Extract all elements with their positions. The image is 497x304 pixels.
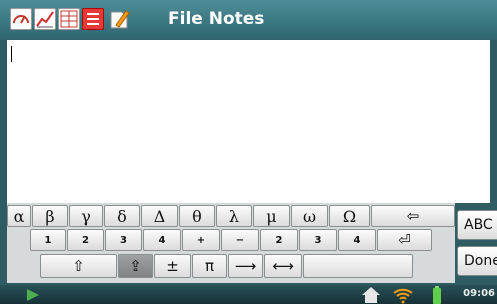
key-beta[interactable]: β [32,205,68,227]
list-icon[interactable] [82,8,104,30]
key-lambda[interactable]: λ [216,205,252,227]
app-title: File Notes [168,9,265,29]
key-plus-minus[interactable]: ± [154,254,191,278]
notes-icon[interactable] [108,8,130,30]
key-capital-omega[interactable]: Ω [329,205,370,227]
status-bar: 09:06 [0,285,497,304]
key-3-secondary[interactable]: 3 [299,229,337,251]
gauge-icon[interactable] [10,8,32,30]
backspace-key[interactable]: ⇦ [371,205,455,227]
key-gamma[interactable]: γ [69,205,103,227]
battery-icon [433,286,441,304]
play-icon[interactable] [24,287,44,303]
key-omega[interactable]: ω [291,205,328,227]
key-delta[interactable]: δ [104,205,140,227]
clock-time: 09:06 [463,288,495,299]
wifi-icon [393,288,413,304]
key-capital-delta[interactable]: Δ [141,205,178,227]
key-mu[interactable]: μ [253,205,290,227]
notes-editor[interactable] [7,40,490,203]
shift-key[interactable]: ⇧ [40,254,117,278]
key-theta[interactable]: θ [179,205,215,227]
key-double-arrow[interactable]: ⟷ [264,254,302,278]
key-plus[interactable]: + [182,229,220,251]
key-4-secondary[interactable]: 4 [338,229,376,251]
abc-button[interactable]: ABC [457,210,497,240]
space-key[interactable] [303,254,413,278]
key-4[interactable]: 4 [143,229,181,251]
key-right-arrow[interactable]: ⟶ [228,254,263,278]
done-button[interactable]: Done [457,246,497,276]
key-2-secondary[interactable]: 2 [260,229,298,251]
home-icon[interactable] [361,286,381,304]
text-caret [11,46,12,62]
key-pi[interactable]: π [192,254,227,278]
title-bar: File Notes [0,0,497,40]
table-icon[interactable] [58,8,80,30]
key-minus[interactable]: − [221,229,259,251]
key-1[interactable]: 1 [30,229,66,251]
caps-lock-key[interactable]: ⇪ [118,254,153,278]
math-keyboard: α β γ δ Δ θ λ μ ω Ω ⇦ 1 2 3 4 + − 2 3 4 … [7,203,455,283]
key-3[interactable]: 3 [105,229,142,251]
enter-key[interactable]: ⏎ [377,229,432,251]
key-alpha[interactable]: α [7,205,31,227]
graph-icon[interactable] [34,8,56,30]
key-2[interactable]: 2 [67,229,104,251]
